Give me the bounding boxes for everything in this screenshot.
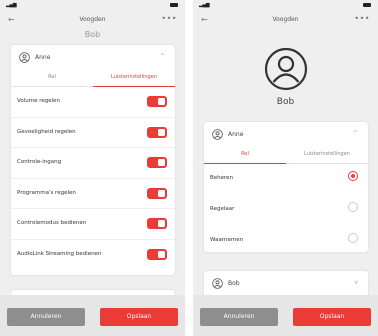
setting-label: AudioLink Streaming bedienen — [17, 250, 102, 257]
guardian-card-anne: Anne ^ Rol Luisterinstellingen Volume re… — [11, 45, 175, 275]
setting-label: Controlemodus bedienen — [17, 220, 87, 226]
user-name: Anne — [35, 54, 51, 61]
setting-label: Gevoeligheid regelen — [17, 128, 76, 135]
battery-icon — [363, 3, 371, 7]
tab-role[interactable]: Rol — [204, 148, 286, 164]
more-dots-icon[interactable]: ••• — [161, 14, 177, 23]
user-avatar-icon — [264, 47, 308, 91]
chevron-up-icon[interactable]: ^ — [160, 53, 165, 60]
status-bar: ▂▄▆ — [0, 0, 185, 10]
tab-listening-settings[interactable]: Luisterinstellingen — [93, 71, 175, 87]
header-name: Bob — [276, 97, 295, 107]
setting-row: Gevoeligheid regelen — [11, 118, 175, 148]
setting-row: Programma's regelen — [11, 179, 175, 209]
role-row[interactable]: Beheren — [204, 164, 368, 195]
setting-label: Volume regelen — [17, 98, 61, 104]
role-label: Regelaar — [210, 206, 235, 212]
role-row[interactable]: Waarnemen — [204, 226, 368, 257]
user-avatar-icon — [212, 129, 223, 140]
setting-label: Programma's regelen — [17, 189, 76, 196]
cancel-button[interactable]: Annuleren — [7, 308, 85, 326]
user-name: Anne — [228, 131, 244, 138]
page-title: Voogden — [79, 16, 106, 23]
cancel-button[interactable]: Annuleren — [200, 308, 278, 326]
card-header[interactable]: Bob v — [204, 271, 368, 297]
role-radio[interactable] — [348, 233, 358, 243]
setting-toggle[interactable] — [147, 126, 167, 138]
action-footer: Annuleren Opslaan — [0, 295, 185, 336]
setting-row: Volume regelen — [11, 87, 175, 118]
status-bar: ▂▄▆ — [193, 0, 378, 10]
screen-role: ▂▄▆ ← Voogden ••• Bob Anne ^ Rol Luister… — [193, 0, 378, 336]
tab-listening-settings[interactable]: Luisterinstellingen — [286, 148, 368, 163]
action-footer: Annuleren Opslaan — [193, 295, 378, 336]
card-header[interactable]: Anne ^ — [204, 122, 368, 148]
save-button[interactable]: Opslaan — [293, 308, 371, 326]
setting-toggle[interactable] — [147, 248, 167, 260]
user-name: Bob — [228, 280, 240, 287]
setting-toggle[interactable] — [147, 157, 167, 168]
settings-list: Volume regelen Gevoeligheid regelen Cont… — [11, 87, 175, 269]
guardian-card-anne: Anne ^ Rol Luisterinstellingen Beheren R… — [204, 122, 368, 252]
setting-row: AudioLink Streaming bedienen — [11, 240, 175, 270]
signal-icon: ▂▄▆ — [6, 2, 17, 8]
more-dots-icon[interactable]: ••• — [354, 14, 370, 23]
user-avatar-icon — [212, 278, 223, 289]
page-title: Voogden — [272, 16, 299, 23]
setting-label: Controle-ingang — [17, 159, 62, 165]
chevron-up-icon[interactable]: ^ — [353, 130, 358, 137]
header-name-partial: Bob — [84, 30, 101, 37]
role-label: Waarnemen — [210, 237, 244, 243]
role-row[interactable]: Regelaar — [204, 195, 368, 226]
user-avatar-icon — [19, 52, 30, 63]
setting-toggle[interactable] — [147, 218, 167, 229]
battery-icon — [170, 3, 178, 7]
guardian-card-bob: Bob v — [204, 271, 368, 297]
nav-bar: ← Voogden ••• — [193, 10, 378, 30]
role-radio[interactable] — [348, 171, 358, 181]
setting-row: Controlemodus bedienen — [11, 209, 175, 240]
tab-bar: Rol Luisterinstellingen — [11, 71, 175, 87]
signal-icon: ▂▄▆ — [199, 2, 210, 8]
role-label: Beheren — [210, 175, 234, 181]
tab-role[interactable]: Rol — [11, 71, 93, 86]
setting-toggle[interactable] — [147, 96, 167, 107]
screen-listening-settings: ▂▄▆ ← Voogden ••• Bob Anne ^ Rol Luister… — [0, 0, 185, 336]
setting-toggle[interactable] — [147, 187, 167, 199]
chevron-down-icon[interactable]: v — [354, 279, 358, 286]
setting-row: Controle-ingang — [11, 148, 175, 179]
nav-bar: ← Voogden ••• — [0, 10, 185, 30]
tab-bar: Rol Luisterinstellingen — [204, 148, 368, 164]
card-header[interactable]: Anne ^ — [11, 45, 175, 71]
save-button[interactable]: Opslaan — [100, 308, 178, 326]
role-radio[interactable] — [348, 202, 358, 212]
